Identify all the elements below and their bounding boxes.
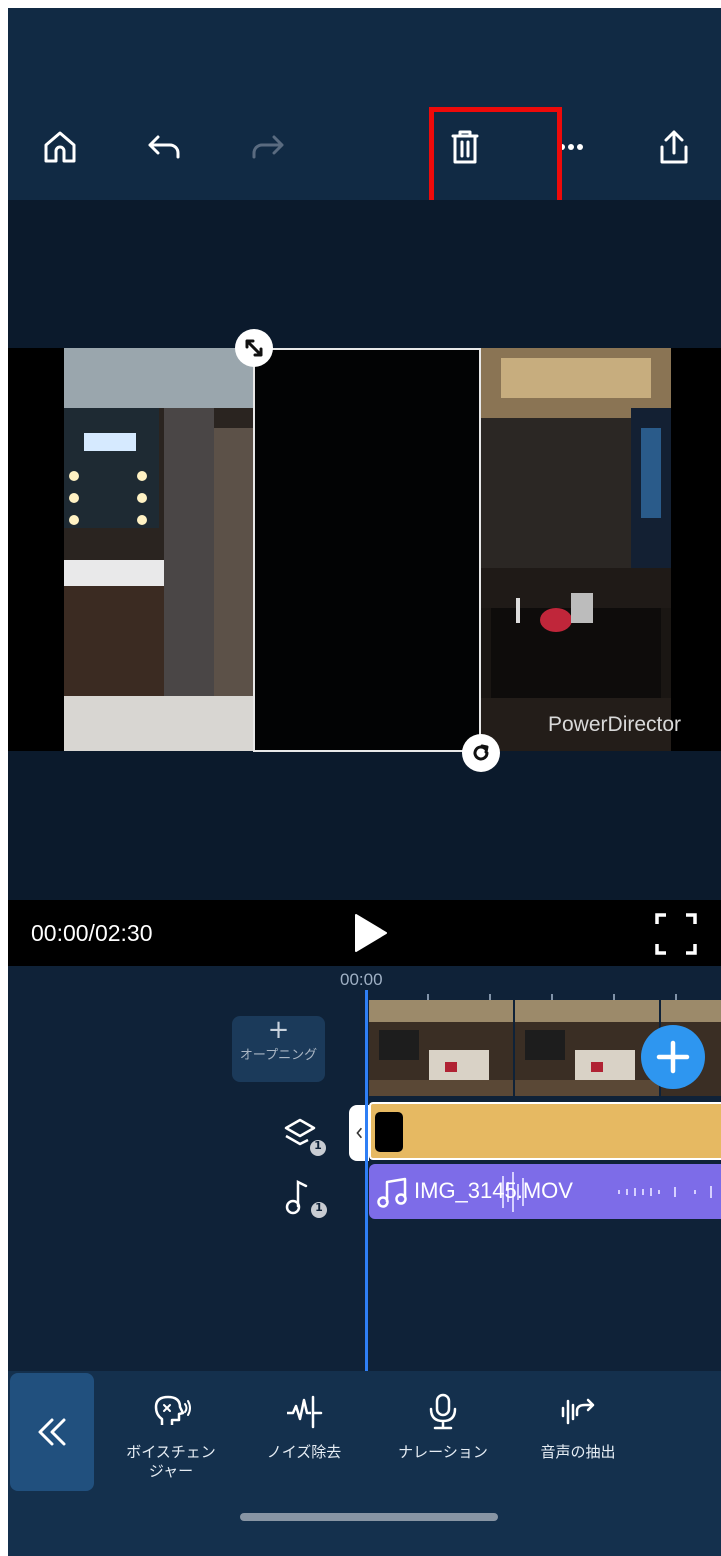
audio-clip[interactable]: IMG_3145.MOV bbox=[369, 1164, 721, 1219]
layer-track-button[interactable]: 1 bbox=[280, 1116, 330, 1160]
rotate-handle[interactable] bbox=[462, 734, 500, 772]
opening-label: オープニング bbox=[239, 1048, 318, 1063]
ruler-time-label: 00:00 bbox=[340, 970, 383, 989]
home-indicator bbox=[240, 1513, 498, 1521]
overlay-clip-thumbnail bbox=[375, 1112, 403, 1152]
music-note-icon bbox=[377, 1177, 407, 1208]
audio-extract-label: 音声の抽出 bbox=[540, 1443, 616, 1461]
highlight-box bbox=[429, 107, 562, 212]
top-toolbar bbox=[8, 8, 721, 212]
fullscreen-icon bbox=[655, 913, 697, 955]
video-preview-left bbox=[64, 348, 254, 751]
layers-icon bbox=[284, 1118, 326, 1156]
noise-removal-button[interactable]: ノイズ除去 bbox=[245, 1391, 363, 1462]
fullscreen-button[interactable] bbox=[654, 912, 698, 956]
undo-icon bbox=[148, 135, 180, 159]
timecode: 00:00/02:30 bbox=[31, 920, 153, 946]
audio-extract-icon bbox=[561, 1398, 595, 1425]
narration-button[interactable]: ナレーション bbox=[384, 1391, 502, 1462]
rotate-icon bbox=[473, 744, 489, 761]
redo-button[interactable] bbox=[244, 123, 292, 171]
voice-changer-label: ボイスチェン ジャー bbox=[126, 1443, 216, 1480]
music-note-icon bbox=[285, 1179, 327, 1218]
play-icon bbox=[355, 914, 387, 952]
microphone-icon bbox=[429, 1393, 457, 1430]
audio-tools-bar: ボイスチェン ジャー ノイズ除去 ナレーション 音声の抽出 bbox=[8, 1371, 721, 1556]
audio-count-badge: 1 bbox=[315, 1201, 323, 1214]
resize-handle[interactable] bbox=[235, 329, 273, 367]
music-track-button[interactable]: 1 bbox=[284, 1178, 330, 1222]
chevron-left-icon bbox=[356, 1127, 363, 1139]
audio-extract-button[interactable]: 音声の抽出 bbox=[519, 1391, 637, 1462]
undo-button[interactable] bbox=[140, 123, 188, 171]
home-button[interactable] bbox=[36, 123, 84, 171]
home-icon bbox=[44, 131, 76, 163]
layer-count-badge: 1 bbox=[314, 1139, 322, 1152]
timeline[interactable]: 00:00 + オープニング 1 1 IMG_3145.MOV bbox=[8, 966, 721, 1371]
audio-clip-name: IMG_3145.MOV bbox=[414, 1178, 573, 1203]
play-button[interactable] bbox=[348, 910, 394, 956]
plus-icon: + bbox=[267, 1015, 290, 1045]
voice-changer-icon bbox=[154, 1395, 191, 1425]
voice-changer-button[interactable]: ボイスチェン ジャー bbox=[112, 1391, 230, 1481]
double-chevron-left-icon bbox=[38, 1418, 66, 1446]
collapse-button[interactable] bbox=[10, 1373, 94, 1491]
resize-arrows-icon bbox=[245, 339, 263, 357]
plus-icon bbox=[656, 1040, 690, 1074]
add-media-button[interactable] bbox=[641, 1025, 705, 1089]
playback-bar: 00:00/02:30 bbox=[8, 900, 721, 966]
app-screen: PowerDirector 00:00/02:30 00:00 + オープニング bbox=[8, 8, 721, 1556]
share-icon bbox=[660, 130, 688, 164]
redo-icon bbox=[252, 135, 284, 159]
noise-removal-label: ノイズ除去 bbox=[266, 1443, 342, 1461]
video-preview-right bbox=[481, 348, 671, 751]
playhead[interactable] bbox=[365, 990, 368, 1371]
overlay-clip[interactable] bbox=[369, 1102, 721, 1160]
add-opening-button[interactable]: + オープニング bbox=[232, 1016, 325, 1082]
noise-removal-icon bbox=[287, 1395, 323, 1429]
watermark: PowerDirector bbox=[548, 713, 682, 736]
share-button[interactable] bbox=[650, 123, 698, 171]
narration-label: ナレーション bbox=[398, 1443, 488, 1461]
overlay-selection[interactable] bbox=[253, 348, 481, 752]
